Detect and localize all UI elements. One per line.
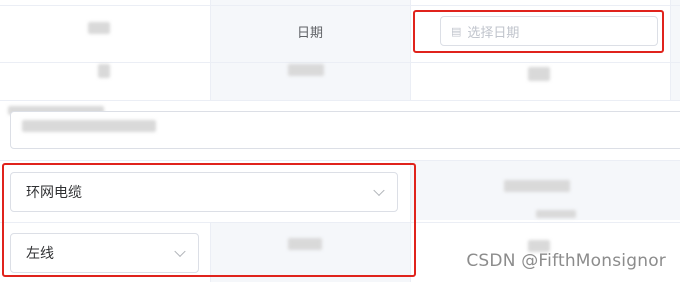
redacted-value (22, 120, 156, 132)
redacted-value (536, 210, 576, 218)
table-divider (0, 62, 680, 63)
redacted-label (98, 64, 110, 78)
select-highlight-box (2, 163, 416, 277)
date-highlight-box (413, 10, 664, 53)
redacted-label (88, 22, 110, 34)
table-divider (670, 0, 671, 100)
redacted-value (288, 64, 324, 76)
watermark-text: CSDN @FifthMonsignor (466, 251, 666, 271)
date-label: 日期 (296, 25, 323, 41)
redacted-value (528, 67, 550, 81)
right-edge-cell (670, 0, 680, 100)
table-divider (0, 100, 680, 101)
table-divider (0, 160, 680, 161)
redacted-value (288, 238, 322, 250)
redacted-value (504, 180, 570, 192)
table-divider (410, 0, 411, 100)
